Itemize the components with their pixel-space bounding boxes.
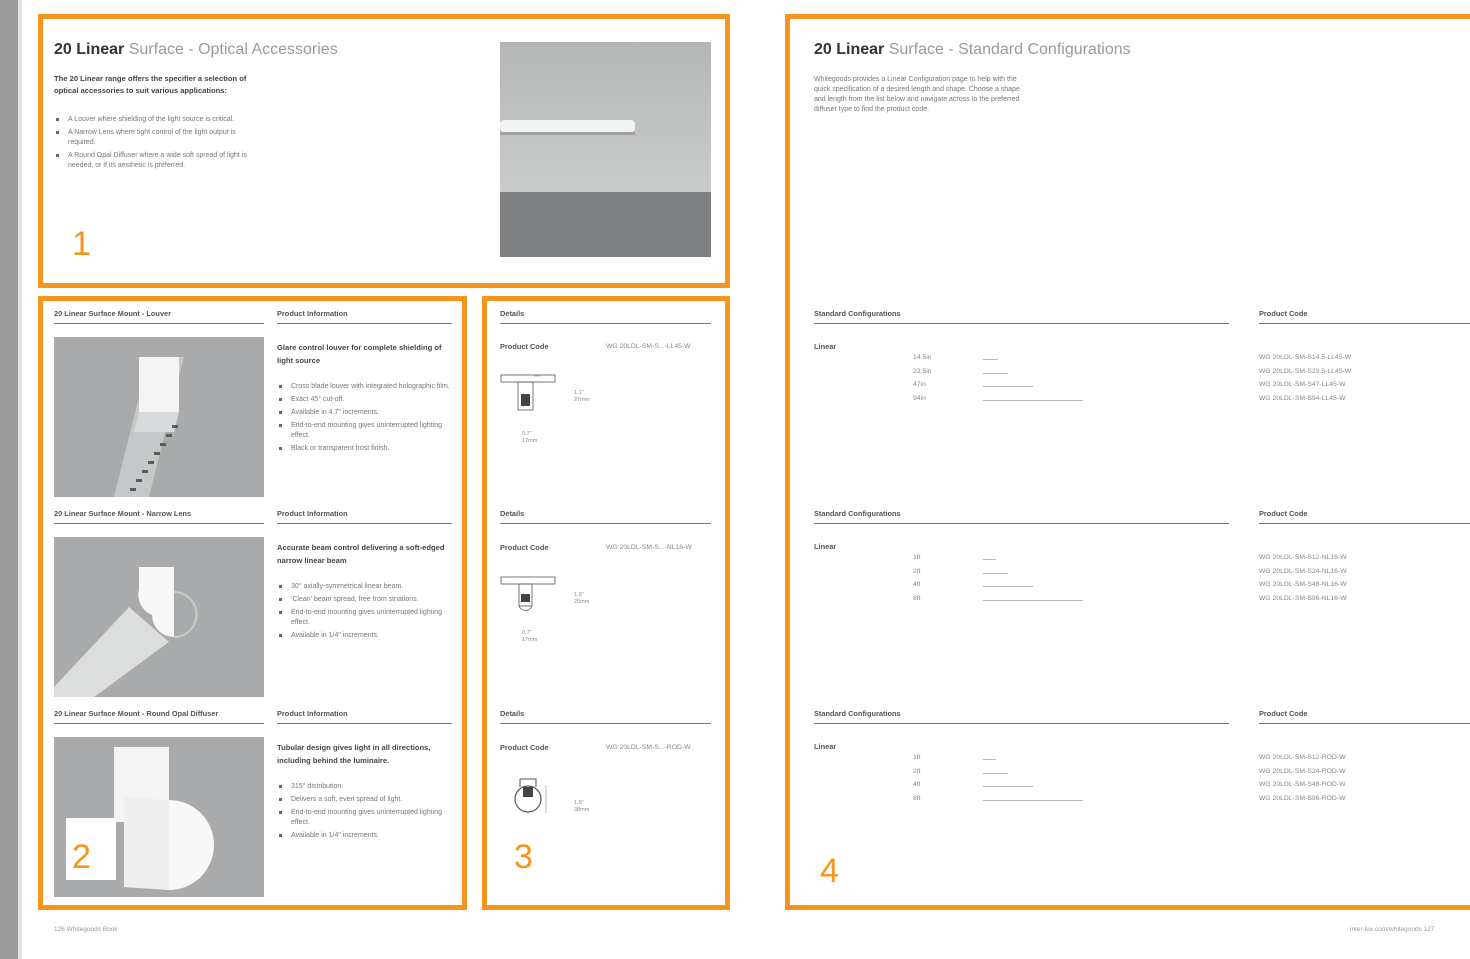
- annotation-label-4: 4: [820, 852, 839, 890]
- annotation-label-2: 2: [72, 838, 91, 876]
- annotation-label-1: 1: [72, 225, 91, 263]
- book-spine-edge: [18, 0, 22, 959]
- annotation-box-3: [482, 296, 730, 910]
- annotation-box-4: [785, 14, 1470, 910]
- footer-right: inter-lux.com/whitegoods 127: [1350, 926, 1435, 933]
- footer-left: 126 Whitegoods Book: [54, 926, 118, 933]
- annotation-label-3: 3: [514, 838, 533, 876]
- annotation-box-1: [38, 14, 730, 288]
- book-spine-shadow: [0, 0, 18, 959]
